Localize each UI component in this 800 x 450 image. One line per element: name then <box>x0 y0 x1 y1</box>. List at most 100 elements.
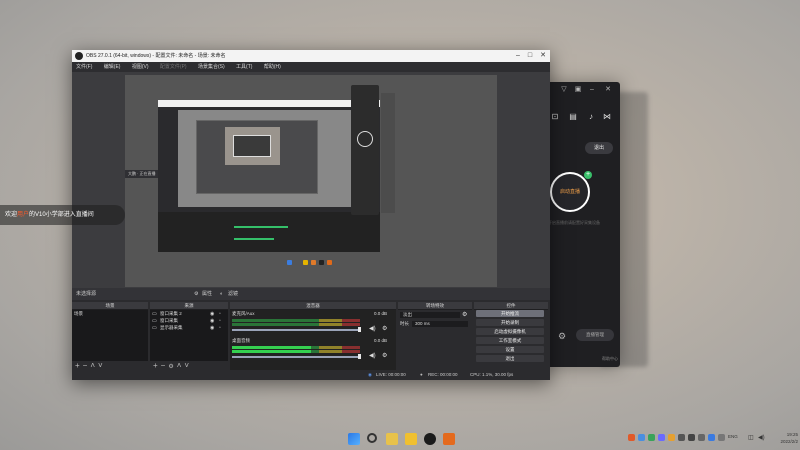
volume-knob[interactable] <box>358 354 361 359</box>
menu-bar: 文件(F) 编辑(E) 视图(V) 配置文件(P) 场景集合(S) 工具(T) … <box>72 62 550 72</box>
move-up-icon[interactable]: ˄ <box>90 361 98 370</box>
welcome-banner: 欢迎用户的V10小学部进入直播间 <box>0 205 125 225</box>
mixer-body: 麦克风/Aux 0.0 dB ◀) ⚙ 桌面音频 0.0 dB ◀) ⚙ <box>230 310 396 370</box>
eye-icon[interactable]: ◉ <box>210 311 214 317</box>
search-icon[interactable] <box>367 433 377 443</box>
volume-slider[interactable] <box>232 356 360 358</box>
maximize-icon[interactable]: □ <box>524 50 536 62</box>
speaker-icon[interactable]: ◀) <box>369 325 376 332</box>
volume-slider[interactable] <box>232 329 360 331</box>
nested-app-icon <box>311 260 316 265</box>
tray-app-icon[interactable] <box>648 434 655 441</box>
tray-app-icon[interactable] <box>698 434 705 441</box>
gear-icon[interactable]: ⚙ <box>558 331 566 342</box>
lock-icon[interactable]: ▫ <box>219 325 221 331</box>
lock-icon[interactable]: ▣ <box>574 86 582 94</box>
clock-date: 2022/2/2 <box>780 439 798 444</box>
close-icon[interactable]: ✕ <box>604 86 612 94</box>
live-app-icon[interactable] <box>443 433 455 445</box>
live-assistant-window[interactable]: ▽ ▣ – ✕ ⊡ ▤ ♪ ⋈ 退出 启动直播 + 开启直播前请配置好采集设备 … <box>540 82 620 367</box>
rec-icon: ● <box>420 372 423 377</box>
eye-icon[interactable]: ◉ <box>210 325 214 331</box>
tray-app-icon[interactable] <box>628 434 635 441</box>
start-stream-button[interactable]: 开始推流 <box>476 310 544 317</box>
network-icon[interactable]: ◫ <box>748 434 754 441</box>
minimize-icon[interactable]: – <box>512 50 524 62</box>
scenes-footer: +−˄˅ <box>72 361 148 370</box>
transitions-header: 转场特效 <box>398 302 472 309</box>
obs-app-icon[interactable] <box>424 433 436 445</box>
volume-level <box>232 350 312 353</box>
sources-list: 窗口采集 2 窗口采集 显示器采集 ▭ ▭ ▭ ◉ ▫ ◉ ▫ ◉ ▫ <box>150 310 228 361</box>
scene-item[interactable]: 场景 <box>74 311 83 317</box>
folder-icon[interactable] <box>405 433 417 445</box>
volume-icon[interactable]: ◀) <box>758 434 765 441</box>
clipboard-icon[interactable]: ▤ <box>568 112 578 122</box>
move-down-icon[interactable]: ˅ <box>184 361 192 370</box>
eye-icon[interactable]: ◉ <box>210 318 214 324</box>
tray-app-icon[interactable] <box>638 434 645 441</box>
speaker-icon[interactable]: ◀) <box>369 352 376 359</box>
nested-side-app <box>351 85 379 215</box>
duration-input[interactable]: 300 ms <box>412 321 468 327</box>
scenes-dock: 场景 场景 +−˄˅ <box>72 302 148 370</box>
add-icon[interactable]: + <box>75 361 83 370</box>
menu-scene-collection[interactable]: 场景集合(S) <box>198 64 225 70</box>
menu-tools[interactable]: 工具(T) <box>236 64 252 70</box>
menu-profile[interactable]: 配置文件(P) <box>160 64 187 70</box>
lock-icon[interactable]: ▫ <box>219 311 221 317</box>
menu-help[interactable]: 帮助(H) <box>264 64 281 70</box>
filters-button[interactable]: 滤镜 <box>228 288 238 300</box>
shield-icon[interactable] <box>708 434 715 441</box>
welcome-prefix: 欢迎 <box>5 212 18 218</box>
bell-icon[interactable]: ♪ <box>586 112 596 122</box>
exit-button[interactable]: 退出 <box>476 355 544 362</box>
logout-button[interactable]: 退出 <box>585 142 613 154</box>
properties-button[interactable]: 属性 <box>202 288 212 300</box>
lock-icon[interactable]: ▫ <box>219 318 221 324</box>
notes-app-icon[interactable] <box>386 433 398 445</box>
nested-start-ring <box>357 131 373 147</box>
start-record-button[interactable]: 开始录制 <box>476 319 544 326</box>
minimize-icon[interactable]: – <box>588 86 596 94</box>
source-item[interactable]: 窗口采集 2 <box>160 311 182 317</box>
manage-button[interactable]: 直播管理 <box>576 329 614 341</box>
start-live-button[interactable]: 启动直播 <box>550 172 590 212</box>
gear-icon[interactable]: ⚙ <box>382 325 387 332</box>
filter-icon[interactable]: ◐ <box>220 288 223 300</box>
tray-app-icon[interactable] <box>668 434 675 441</box>
settings-button[interactable]: 设置 <box>476 346 544 353</box>
wifi-icon[interactable] <box>718 434 725 441</box>
share-icon[interactable]: ⋈ <box>602 112 612 122</box>
virtual-camera-button[interactable]: 启动虚拟摄像机 <box>476 328 544 335</box>
add-icon[interactable]: + <box>153 361 161 370</box>
gear-icon[interactable]: ⚙ <box>194 288 198 300</box>
volume-knob[interactable] <box>358 327 361 332</box>
tray-app-icon[interactable] <box>688 434 695 441</box>
menu-file[interactable]: 文件(F) <box>76 64 92 70</box>
lock-icon[interactable]: ⊡ <box>550 112 560 122</box>
move-down-icon[interactable]: ˅ <box>98 361 106 370</box>
gear-icon[interactable]: ⚙ <box>462 311 467 318</box>
preview-canvas[interactable]: 大鹏 · 正在直播 <box>125 75 497 287</box>
obs-titlebar[interactable]: OBS 27.0.1 (64-bit, windows) - 配置文件: 未命名… <box>72 50 550 62</box>
source-item[interactable]: 窗口采集 <box>160 318 178 324</box>
input-method[interactable]: ENG <box>728 434 738 439</box>
help-link[interactable]: 帮助中心 <box>602 356 618 362</box>
source-item[interactable]: 显示器采集 <box>160 325 183 331</box>
tray-app-icon[interactable] <box>658 434 665 441</box>
start-icon[interactable] <box>348 433 360 445</box>
tray-app-icon[interactable] <box>678 434 685 441</box>
controls-body: 开始推流 开始录制 启动虚拟摄像机 工作室模式 设置 退出 <box>474 310 548 370</box>
shirt-icon[interactable]: ▽ <box>560 86 568 94</box>
studio-mode-button[interactable]: 工作室模式 <box>476 337 544 344</box>
nested-inner-frame <box>233 135 271 157</box>
menu-edit[interactable]: 编辑(E) <box>104 64 121 70</box>
obs-window[interactable]: OBS 27.0.1 (64-bit, windows) - 配置文件: 未命名… <box>72 50 550 380</box>
sources-footer: +−⚙˄˅ <box>150 361 228 370</box>
clock[interactable]: 19:25 2022/2/2 <box>770 431 798 445</box>
menu-view[interactable]: 视图(V) <box>132 64 149 70</box>
transition-select[interactable]: 淡出 <box>400 312 460 318</box>
close-icon[interactable]: ✕ <box>537 50 549 62</box>
gear-icon[interactable]: ⚙ <box>382 352 387 359</box>
